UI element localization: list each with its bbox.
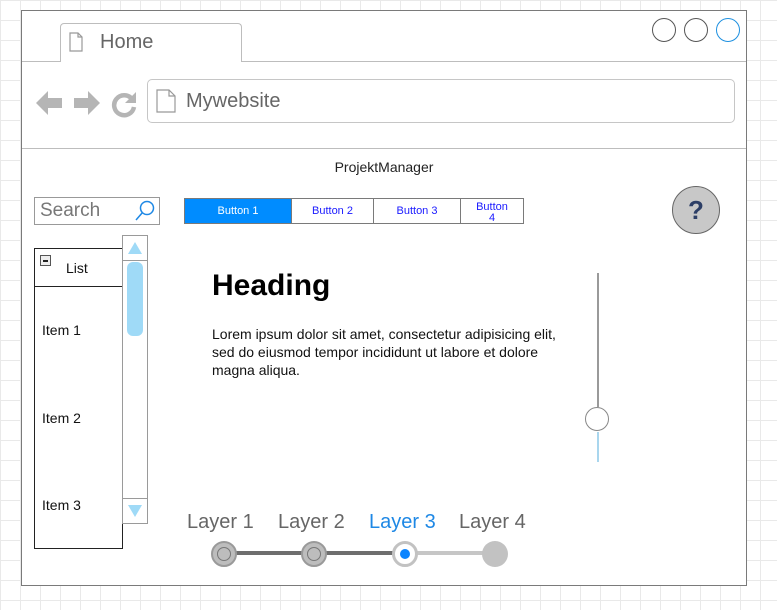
step-node-4[interactable]	[482, 541, 508, 567]
search-input[interactable]: Search	[34, 197, 160, 225]
list-scrollbar[interactable]	[122, 235, 148, 524]
refresh-icon[interactable]	[110, 90, 138, 118]
tab-bar: Home	[22, 11, 746, 62]
close-icon[interactable]	[716, 18, 740, 42]
tab-home[interactable]: Home	[60, 23, 242, 62]
button-2[interactable]: Button 2	[291, 199, 373, 223]
list-box: List Item 1 Item 2 Item 3	[34, 248, 123, 549]
forward-arrow-icon[interactable]	[73, 90, 101, 116]
scroll-down-button[interactable]	[123, 498, 147, 523]
url-input[interactable]: Mywebsite	[147, 79, 735, 123]
tab-label: Home	[100, 31, 154, 53]
search-placeholder: Search	[40, 200, 101, 221]
minimize-icon[interactable]	[652, 18, 676, 42]
app-title: ProjektManager	[334, 159, 434, 175]
slider-track[interactable]	[597, 273, 599, 407]
step-node-3[interactable]	[392, 541, 418, 567]
triangle-up-icon	[128, 242, 142, 254]
button-4[interactable]: Button 4	[460, 199, 523, 223]
button-3[interactable]: Button 3	[373, 199, 460, 223]
url-text: Mywebsite	[186, 90, 281, 112]
content-heading: Heading	[212, 269, 331, 302]
page-icon	[156, 89, 176, 113]
slider-track-filled[interactable]	[597, 432, 599, 462]
list-item[interactable]: Item 3	[42, 497, 81, 513]
maximize-icon[interactable]	[684, 18, 708, 42]
content-paragraph: Lorem ipsum dolor sit amet, consectetur …	[212, 326, 556, 378]
document-icon	[69, 32, 83, 52]
list-item[interactable]: Item 1	[42, 322, 81, 338]
back-arrow-icon[interactable]	[35, 90, 63, 116]
search-icon[interactable]	[134, 200, 156, 222]
list-item[interactable]: Item 2	[42, 410, 81, 426]
address-bar: Mywebsite	[22, 62, 746, 149]
step-node-1[interactable]	[211, 541, 237, 567]
list-header: List	[35, 249, 122, 287]
browser-window: Home Mywebsite ProjektManager Search But…	[21, 10, 747, 586]
triangle-down-icon	[128, 505, 142, 517]
scroll-up-button[interactable]	[123, 236, 147, 261]
help-button[interactable]: ?	[672, 186, 720, 234]
button-bar: Button 1 Button 2 Button 3 Button 4	[184, 198, 524, 224]
button-1[interactable]: Button 1	[185, 199, 291, 223]
step-label-1[interactable]: Layer 1	[187, 511, 254, 534]
step-label-3[interactable]: Layer 3	[369, 511, 436, 534]
step-label-2[interactable]: Layer 2	[278, 511, 345, 534]
scroll-thumb[interactable]	[127, 262, 143, 336]
slider-knob[interactable]	[585, 407, 609, 431]
step-label-4[interactable]: Layer 4	[459, 511, 526, 534]
step-node-2[interactable]	[301, 541, 327, 567]
list-title: List	[66, 260, 88, 276]
collapse-icon[interactable]	[40, 255, 51, 266]
